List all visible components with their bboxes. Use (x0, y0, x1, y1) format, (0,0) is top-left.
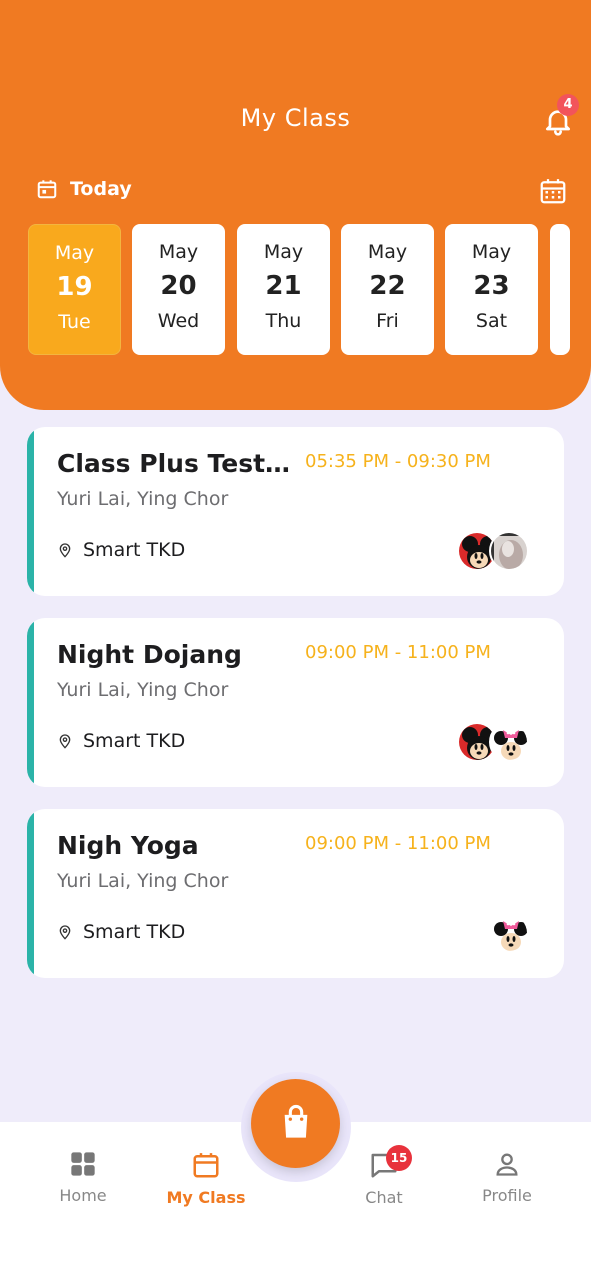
class-time: 05:35 PM - 09:30 PM (305, 451, 491, 472)
nav-profile[interactable]: Profile (447, 1150, 567, 1205)
date-item-21[interactable]: May 21 Thu (237, 224, 330, 355)
calendar-grid-icon[interactable] (538, 176, 568, 206)
location-pin-icon (59, 543, 71, 558)
class-time: 09:00 PM - 11:00 PM (305, 833, 491, 854)
date-month: May (367, 241, 408, 263)
date-weekday: Fri (376, 310, 399, 332)
card-accent-bar (27, 618, 34, 787)
nav-profile-label: Profile (482, 1186, 532, 1205)
notification-badge: 4 (557, 94, 579, 116)
date-month: May (158, 241, 199, 263)
class-location: Smart TKD (57, 730, 185, 752)
nav-home[interactable]: Home (23, 1150, 143, 1205)
avatar (489, 531, 529, 571)
class-location: Smart TKD (57, 539, 185, 561)
avatar (489, 722, 529, 762)
location-label: Smart TKD (83, 921, 186, 943)
date-day: 21 (265, 271, 302, 301)
class-name: Class Plus Testi... (57, 449, 293, 478)
nav-my-class-label: My Class (166, 1188, 246, 1207)
date-weekday: Sat (475, 310, 508, 332)
date-item-20[interactable]: May 20 Wed (132, 224, 225, 355)
location-pin-icon (59, 925, 71, 940)
class-instructors: Yuri Lai, Ying Chor (57, 488, 229, 510)
date-weekday: Wed (157, 310, 200, 332)
nav-chat[interactable]: Chat (324, 1150, 444, 1207)
shopping-bag-icon (284, 1104, 308, 1138)
location-label: Smart TKD (83, 730, 186, 752)
date-month: May (54, 242, 95, 264)
nav-my-class[interactable]: My Class (146, 1150, 266, 1207)
class-instructors: Yuri Lai, Ying Chor (57, 870, 229, 892)
date-day: 22 (369, 271, 406, 301)
card-accent-bar (27, 427, 34, 596)
shop-button[interactable] (251, 1079, 340, 1168)
home-grid-icon (71, 1152, 95, 1176)
today-label: Today (70, 178, 132, 200)
card-accent-bar (27, 809, 34, 978)
class-name: Night Dojang (57, 640, 242, 669)
nav-chat-label: Chat (365, 1188, 403, 1207)
date-item-23[interactable]: May 23 Sat (445, 224, 538, 355)
location-pin-icon (59, 734, 71, 749)
date-item-next[interactable] (550, 224, 570, 355)
page-title: My Class (240, 104, 351, 132)
today-button[interactable]: Today (36, 178, 132, 200)
class-location: Smart TKD (57, 921, 185, 943)
chat-badge: 15 (386, 1145, 412, 1171)
date-month: May (471, 241, 512, 263)
person-icon (496, 1153, 518, 1176)
nav-home-label: Home (59, 1186, 107, 1205)
date-weekday: Tue (58, 311, 91, 333)
calendar-today-icon (37, 180, 57, 199)
date-item-22[interactable]: May 22 Fri (341, 224, 434, 355)
date-day: 23 (473, 271, 510, 301)
date-weekday: Thu (265, 310, 302, 332)
class-name: Nigh Yoga (57, 831, 199, 860)
class-card[interactable]: Class Plus Testi... 05:35 PM - 09:30 PM … (27, 427, 564, 596)
date-day: 20 (160, 271, 197, 301)
date-day: 19 (56, 272, 93, 302)
date-item-19[interactable]: May 19 Tue (28, 224, 121, 355)
class-card[interactable]: Nigh Yoga 09:00 PM - 11:00 PM Yuri Lai, … (27, 809, 564, 978)
class-time: 09:00 PM - 11:00 PM (305, 642, 491, 663)
class-instructors: Yuri Lai, Ying Chor (57, 679, 229, 701)
location-label: Smart TKD (83, 539, 186, 561)
calendar-icon (193, 1153, 219, 1178)
class-card[interactable]: Night Dojang 09:00 PM - 11:00 PM Yuri La… (27, 618, 564, 787)
date-month: May (263, 241, 304, 263)
avatar (489, 913, 529, 953)
